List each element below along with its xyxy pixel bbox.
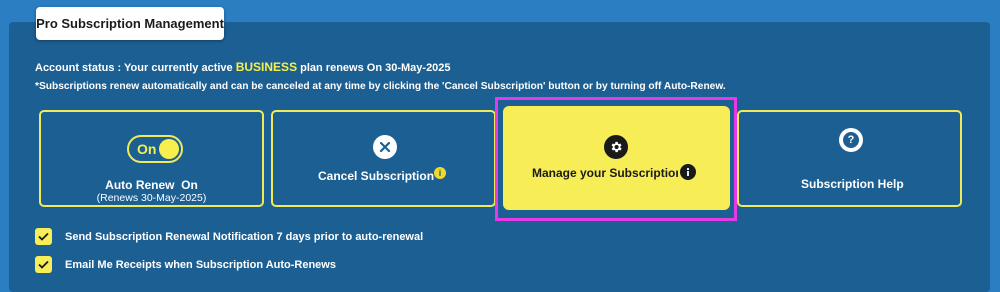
subscription-help-button[interactable]: ? Subscription Help <box>737 110 962 207</box>
manage-subscription-label: Manage your Subscription <box>532 166 683 180</box>
renewal-notification-label: Send Subscription Renewal Notification 7… <box>65 230 424 243</box>
email-receipts-checkbox[interactable] <box>35 256 52 273</box>
auto-renew-card: On Auto Renew On (Renews 30-May-2025) <box>39 110 264 207</box>
auto-renew-toggle[interactable]: On <box>127 135 183 163</box>
info-icon[interactable] <box>678 162 698 182</box>
renewal-note: *Subscriptions renew automatically and c… <box>35 81 726 92</box>
cancel-subscription-label: Cancel Subscription <box>318 169 435 183</box>
auto-renew-title: Auto Renew On <box>105 178 198 192</box>
info-icon[interactable]: i <box>434 167 446 179</box>
toggle-label: On <box>137 141 157 157</box>
section-title: Pro Subscription Management <box>36 16 224 31</box>
status-prefix: Account status : Your currently active <box>35 62 233 74</box>
gear-icon <box>604 135 628 159</box>
question-icon: ? <box>839 128 863 152</box>
subscription-help-label: Subscription Help <box>801 177 904 191</box>
renewal-notification-checkbox[interactable] <box>35 228 52 245</box>
auto-renew-subtitle: (Renews 30-May-2025) <box>96 192 207 204</box>
manage-subscription-button[interactable]: Manage your Subscription <box>503 106 730 210</box>
email-receipts-option: Email Me Receipts when Subscription Auto… <box>35 256 336 273</box>
email-receipts-label: Email Me Receipts when Subscription Auto… <box>65 258 336 271</box>
plan-name: BUSINESS <box>235 60 298 74</box>
close-icon <box>373 135 397 159</box>
account-status: Account status : Your currently active B… <box>35 60 451 74</box>
cancel-subscription-button[interactable]: Cancel Subscription i <box>271 110 496 207</box>
renewal-notification-option: Send Subscription Renewal Notification 7… <box>35 228 423 245</box>
status-suffix: plan renews On 30-May-2025 <box>300 62 451 74</box>
section-title-tab: Pro Subscription Management <box>36 7 224 40</box>
toggle-knob <box>159 139 179 159</box>
